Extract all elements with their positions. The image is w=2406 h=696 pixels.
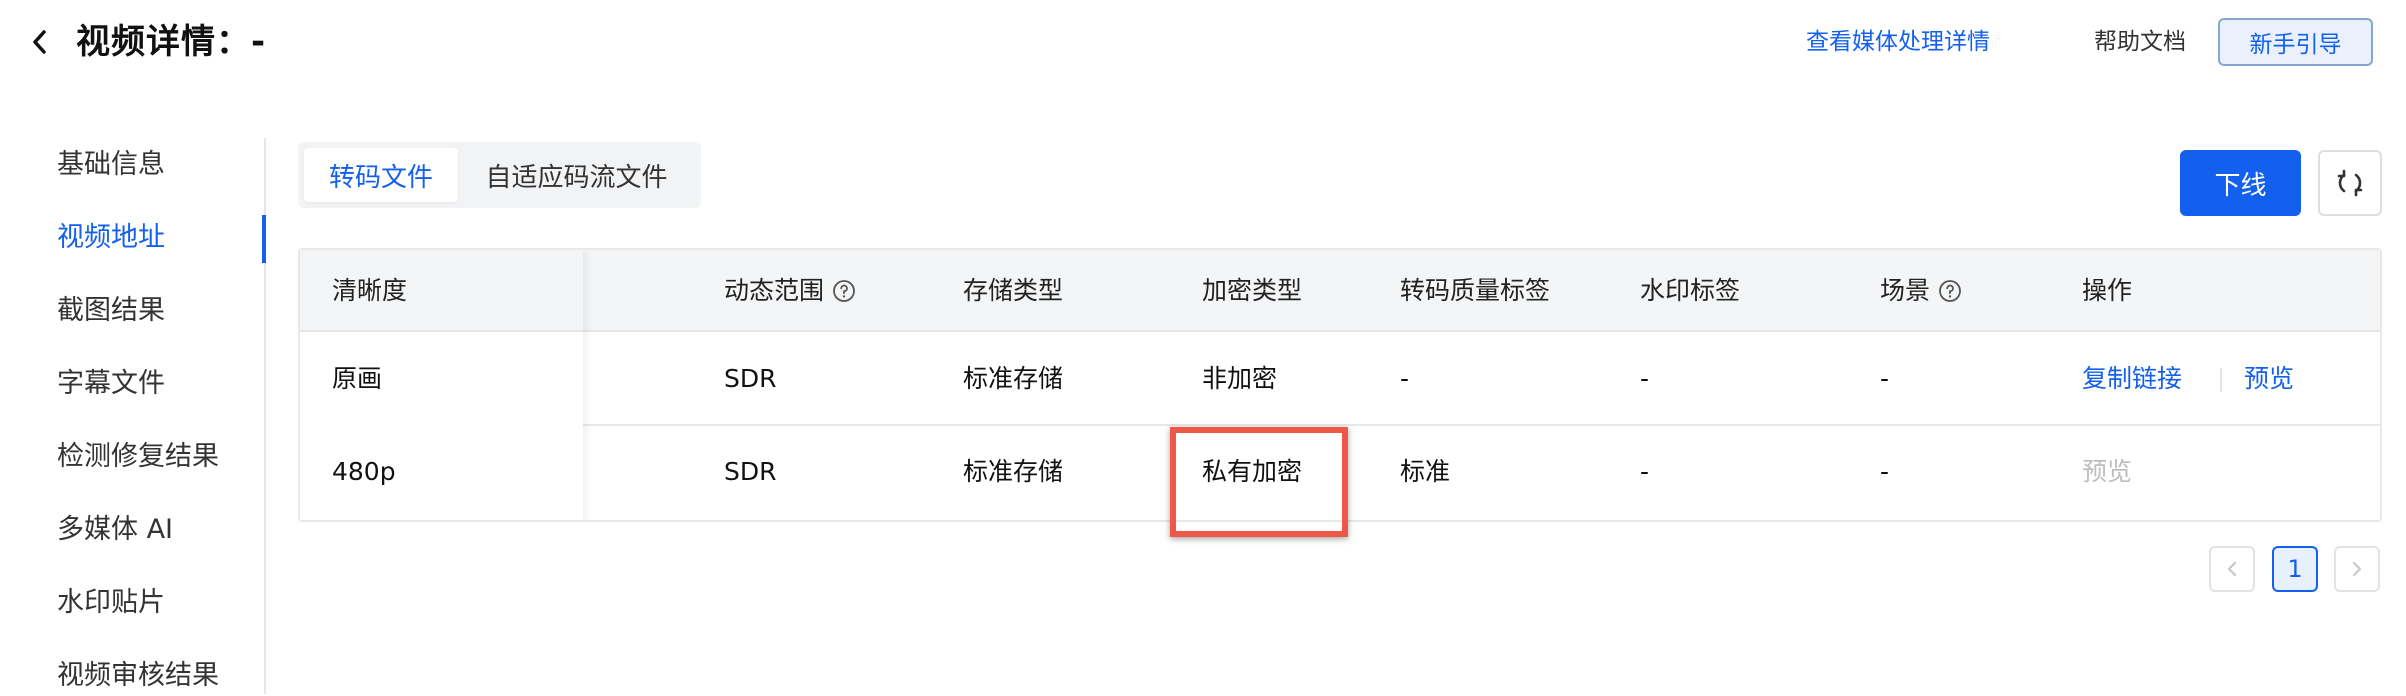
help-circle-icon[interactable] xyxy=(832,279,856,303)
sidebar-item-video-review[interactable]: 视频审核结果 xyxy=(57,656,219,696)
page-title: 视频详情：- xyxy=(76,22,267,62)
column-header-storage-type: 存储类型 xyxy=(963,276,1064,305)
beginner-guide-button[interactable]: 新手引导 xyxy=(2218,18,2373,66)
sidebar-item-basic-info[interactable]: 基础信息 xyxy=(57,145,165,185)
media-process-details-link[interactable]: 查看媒体处理详情 xyxy=(1806,24,1990,60)
cell-resolution: 原画 xyxy=(332,364,383,393)
table-row: SDR 标准存储 私有加密 标准 - - 预览 xyxy=(300,426,2380,520)
sidebar-item-subtitle-files[interactable]: 字幕文件 xyxy=(57,364,165,404)
sidebar-item-screenshot-results[interactable]: 截图结果 xyxy=(57,291,165,331)
sidebar-item-video-url[interactable]: 视频地址 xyxy=(57,218,165,258)
cell-encryption-type: 非加密 xyxy=(1202,364,1278,393)
chevron-right-icon xyxy=(2352,561,2362,577)
cell-watermark-tag: - xyxy=(1640,457,1650,486)
cell-watermark-tag: - xyxy=(1640,364,1650,393)
preview-link-disabled[interactable]: 预览 xyxy=(2082,454,2132,490)
transcode-files-table: 动态范围 存储类型 加密类型 转码质量标签 水印标签 场景 操作 SDR 标准存… xyxy=(298,248,2382,522)
column-header-resolution: 清晰度 xyxy=(332,276,408,305)
column-header-encryption-type: 加密类型 xyxy=(1202,276,1303,305)
sidebar-active-indicator xyxy=(262,215,266,263)
table-header: 动态范围 存储类型 加密类型 转码质量标签 水印标签 场景 操作 xyxy=(300,250,2380,332)
table-row: SDR 标准存储 非加密 - - - 复制链接 预览 xyxy=(300,332,2380,426)
prev-page-button[interactable] xyxy=(2209,546,2255,592)
cell-storage-type: 标准存储 xyxy=(963,457,1064,486)
cell-dynamic-range: SDR xyxy=(724,457,777,486)
offline-button[interactable]: 下线 xyxy=(2180,150,2301,216)
chevron-left-icon xyxy=(2227,561,2237,577)
refresh-button[interactable] xyxy=(2318,150,2382,216)
cell-resolution: 480p xyxy=(332,457,396,486)
preview-link[interactable]: 预览 xyxy=(2244,361,2294,397)
action-divider xyxy=(2220,368,2222,392)
cell-encryption-type: 私有加密 xyxy=(1202,457,1303,486)
refresh-icon xyxy=(2337,169,2363,197)
cell-storage-type: 标准存储 xyxy=(963,364,1064,393)
chevron-left-icon xyxy=(33,30,46,54)
column-header-quality-tag: 转码质量标签 xyxy=(1400,276,1551,305)
tab-adaptive-stream-files[interactable]: 自适应码流文件 xyxy=(458,148,695,202)
cell-scene: - xyxy=(1880,457,1890,486)
cell-dynamic-range: SDR xyxy=(724,364,777,393)
copy-link-button[interactable]: 复制链接 xyxy=(2082,361,2182,397)
cell-quality-tag: 标准 xyxy=(1400,457,1451,486)
help-circle-icon[interactable] xyxy=(1938,279,1962,303)
fixed-resolution-column: 清晰度 原画 480p xyxy=(300,250,583,520)
column-header-scene: 场景 xyxy=(1880,273,1962,309)
column-header-actions: 操作 xyxy=(2082,276,2133,305)
file-type-tabs: 转码文件 自适应码流文件 xyxy=(298,142,701,208)
cell-quality-tag: - xyxy=(1400,364,1410,393)
page-number-button[interactable]: 1 xyxy=(2272,546,2318,592)
next-page-button[interactable] xyxy=(2334,546,2380,592)
sidebar-item-detect-repair[interactable]: 检测修复结果 xyxy=(57,437,219,477)
help-docs-link[interactable]: 帮助文档 xyxy=(2094,24,2186,60)
column-header-watermark-tag: 水印标签 xyxy=(1640,276,1741,305)
tab-transcode-files[interactable]: 转码文件 xyxy=(304,148,458,202)
cell-scene: - xyxy=(1880,364,1890,393)
sidebar-item-watermark[interactable]: 水印贴片 xyxy=(57,583,165,623)
sidebar-item-multimedia-ai[interactable]: 多媒体 AI xyxy=(57,510,173,550)
sidebar: 基础信息 视频地址 截图结果 字幕文件 检测修复结果 多媒体 AI 水印贴片 视… xyxy=(0,138,266,694)
column-header-dynamic-range: 动态范围 xyxy=(724,273,856,309)
back-button[interactable] xyxy=(22,22,58,62)
